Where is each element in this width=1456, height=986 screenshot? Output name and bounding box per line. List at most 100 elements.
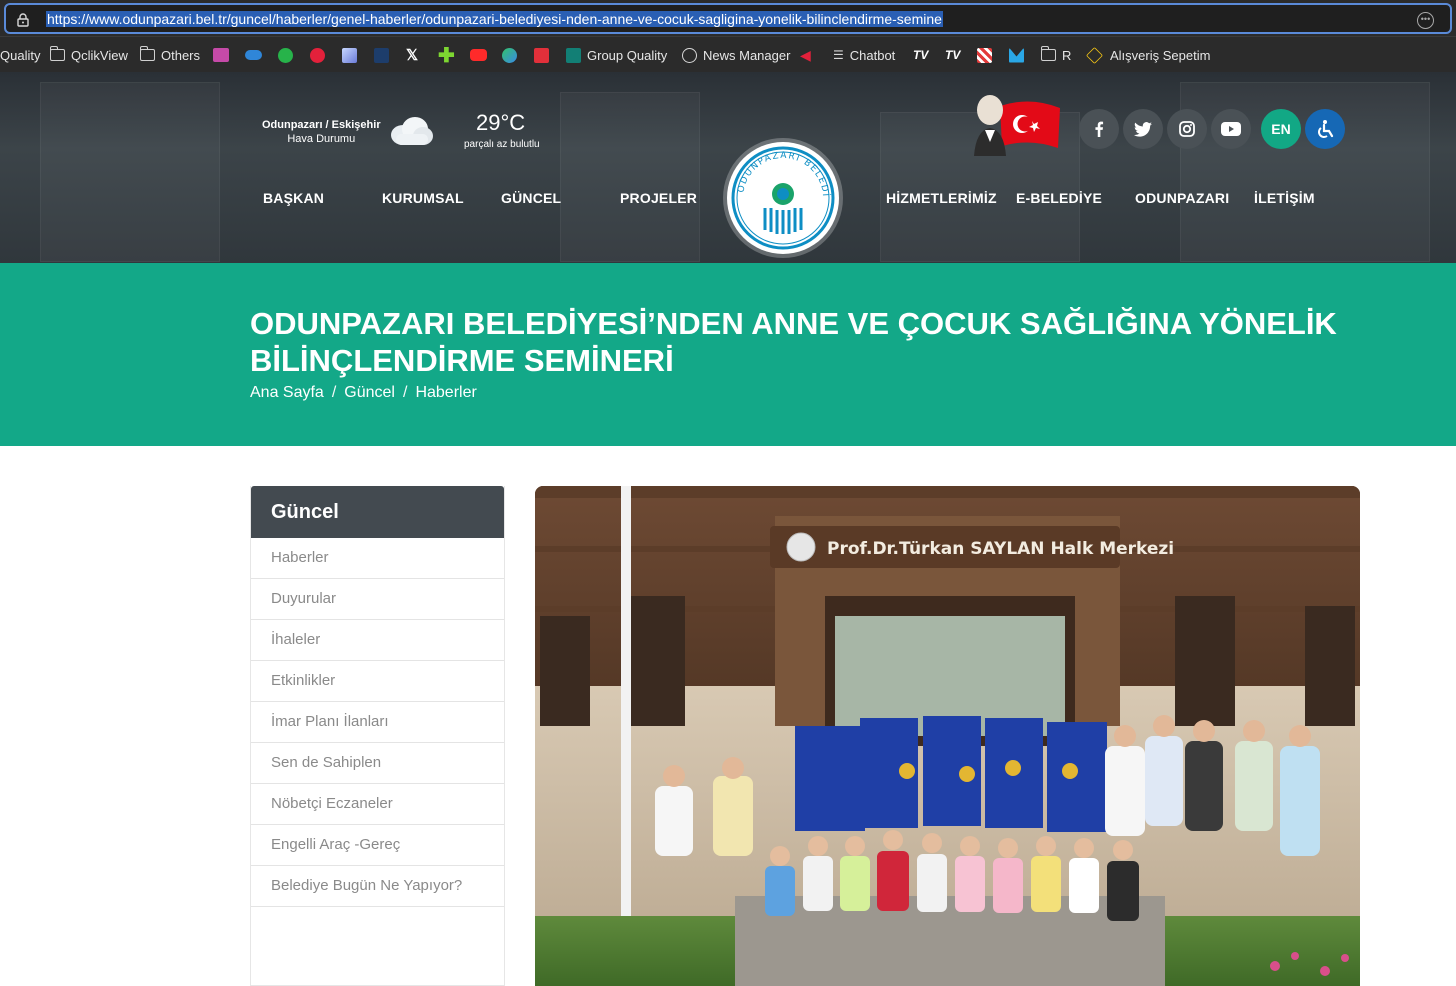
network-icon <box>213 48 229 62</box>
nav-kurumsal[interactable]: KURUMSAL <box>382 190 464 206</box>
bookmark-tv2[interactable]: TV <box>945 46 960 64</box>
pdf-icon <box>534 47 549 63</box>
folder-icon <box>49 46 65 61</box>
cloud-icon <box>245 50 262 60</box>
sidebar-title: Güncel <box>251 486 504 538</box>
nav-odunpazari[interactable]: ODUNPAZARI <box>1135 190 1229 206</box>
logo-emblem-icon: ODUNPAZARI BELEDİYESİ <box>723 134 835 250</box>
nav-projeler[interactable]: PROJELER <box>620 190 697 206</box>
nav-guncel[interactable]: GÜNCEL <box>501 190 561 206</box>
bookmark-music[interactable] <box>310 46 325 64</box>
page-options-icon[interactable]: ••• <box>1417 12 1434 29</box>
municipality-logo[interactable]: ODUNPAZARI BELEDİYESİ <box>723 134 839 254</box>
bookmark-plus[interactable]: ✚ <box>438 45 455 67</box>
bookmark-red-arrow[interactable]: ◀ <box>800 46 811 64</box>
title-band: ODUNPAZARI BELEDİYESİ’NDEN ANNE VE ÇOCUK… <box>0 263 1456 446</box>
sidebar-item-belediye-bugun[interactable]: Belediye Bugün Ne Yapıyor? <box>251 866 504 907</box>
weather-temperature: 29°C <box>476 110 526 135</box>
bookmark-onedrive[interactable] <box>245 46 262 64</box>
nav-hizmetlerimiz[interactable]: HİZMETLERİMİZ <box>886 190 997 206</box>
chatbot-icon: ☰ <box>833 48 844 62</box>
bookmark-quality[interactable]: Quality <box>0 46 40 64</box>
ataturk-flag-icon <box>974 95 1060 156</box>
nav-iletisim[interactable]: İLETİŞİM <box>1254 190 1315 206</box>
arrow-left-icon: ◀ <box>800 46 811 63</box>
folder-icon <box>1040 46 1056 61</box>
breadcrumb: Ana Sayfa / Güncel / Haberler <box>250 384 477 402</box>
breadcrumb-separator: / <box>331 384 337 401</box>
sidebar-item-engelli-arac[interactable]: Engelli Araç -Gereç <box>251 825 504 866</box>
bookmark-youtube[interactable] <box>470 46 487 64</box>
twitter-icon[interactable] <box>1123 109 1163 149</box>
bookmark-network-icon[interactable] <box>213 46 229 64</box>
weather-description: parçalı az bulutlu <box>464 139 540 150</box>
sidebar-item-sen-de-sahiplen[interactable]: Sen de Sahiplen <box>251 743 504 784</box>
checker-icon <box>977 47 992 63</box>
nav-baskan[interactable]: BAŞKAN <box>263 190 324 206</box>
background-building <box>40 82 220 262</box>
breadcrumb-haberler[interactable]: Haberler <box>415 384 476 402</box>
lock-icon <box>17 13 29 27</box>
nav-ebelediye[interactable]: E-BELEDİYE <box>1016 190 1102 206</box>
tradingview-icon: TV <box>913 48 929 62</box>
plus-icon: ✚ <box>438 44 455 67</box>
sidebar-item-duyurular[interactable]: Duyurular <box>251 579 504 620</box>
sidebar-item-ihaleler[interactable]: İhaleler <box>251 620 504 661</box>
site-header: Odunpazarı / Eskişehir Hava Durumu 29°C … <box>0 72 1456 263</box>
facebook-icon[interactable] <box>1079 109 1119 149</box>
whatsapp-icon <box>278 47 293 63</box>
bookmark-others[interactable]: Others <box>139 46 200 64</box>
fi-icon <box>374 47 389 63</box>
bookmark-group-quality[interactable]: Group Quality <box>566 46 667 64</box>
folder-icon <box>139 46 155 61</box>
weather-location: Odunpazarı / Eskişehir Hava Durumu <box>262 118 381 146</box>
cart-icon <box>1086 46 1103 64</box>
bookmark-whatsapp[interactable] <box>278 46 293 64</box>
sidebar-item-haberler[interactable]: Haberler <box>251 538 504 579</box>
bookmark-fi[interactable] <box>374 46 389 64</box>
bookmark-tv1[interactable]: TV <box>913 46 928 64</box>
group-photo-image: Prof.Dr.Türkan SAYLAN Halk Merkezi <box>535 486 1360 986</box>
bookmark-chatbot[interactable]: ☰ Chatbot <box>833 46 895 64</box>
bookmark-image[interactable] <box>342 46 357 64</box>
x-icon: 𝕏 <box>406 47 419 64</box>
bookmark-qlikview[interactable]: QclikView <box>49 46 128 64</box>
bookmark-r[interactable]: R <box>1040 46 1071 64</box>
breadcrumb-guncel[interactable]: Güncel <box>344 384 395 402</box>
sidebar-item-nobetci-eczaneler[interactable]: Nöbetçi Eczaneler <box>251 784 504 825</box>
sidebar-item-etkinlikler[interactable]: Etkinlikler <box>251 661 504 702</box>
url-field[interactable]: https://www.odunpazari.bel.tr/guncel/hab… <box>4 3 1452 34</box>
language-button[interactable]: EN <box>1261 109 1301 149</box>
bookmark-x[interactable]: 𝕏 <box>406 46 418 64</box>
youtube-icon[interactable] <box>1211 109 1251 149</box>
bookmark-blue-app[interactable] <box>1009 46 1024 64</box>
browser-address-bar: https://www.odunpazari.bel.tr/guncel/hab… <box>0 0 1456 36</box>
bookmark-map[interactable] <box>502 46 517 64</box>
bookmark-checker[interactable] <box>977 46 992 64</box>
background-building <box>1180 82 1430 262</box>
globe-icon <box>682 47 697 63</box>
bookmark-news-manager[interactable]: News Manager <box>682 46 790 64</box>
building-sign-text: Prof.Dr.Türkan SAYLAN Halk Merkezi <box>827 539 1174 559</box>
sidebar-item-imar-plani[interactable]: İmar Planı İlanları <box>251 702 504 743</box>
app-icon <box>1009 47 1024 63</box>
music-icon <box>310 47 325 63</box>
image-icon <box>342 47 357 63</box>
weather-city: Odunpazarı / Eskişehir <box>262 119 381 131</box>
url-text[interactable]: https://www.odunpazari.bel.tr/guncel/hab… <box>46 11 943 27</box>
background-building <box>560 92 700 262</box>
map-pin-icon <box>502 47 517 63</box>
instagram-icon[interactable] <box>1167 109 1207 149</box>
bookmark-cart[interactable]: Alışveriş Sepetim <box>1086 46 1210 64</box>
bookmark-pdf[interactable] <box>534 46 549 64</box>
sidebar: Güncel Haberler Duyurular İhaleler Etkin… <box>250 486 505 986</box>
breadcrumb-home[interactable]: Ana Sayfa <box>250 384 324 402</box>
bookmarks-bar: Quality QclikView Others 𝕏 ✚ Group Quali… <box>0 36 1456 72</box>
page-title: ODUNPAZARI BELEDİYESİ’NDEN ANNE VE ÇOCUK… <box>250 306 1337 378</box>
breadcrumb-separator: / <box>402 384 408 401</box>
accessibility-icon[interactable] <box>1305 109 1345 149</box>
language-label: EN <box>1271 121 1291 137</box>
sharepoint-icon <box>566 47 581 63</box>
news-photo: Prof.Dr.Türkan SAYLAN Halk Merkezi <box>535 486 1360 986</box>
youtube-icon <box>470 49 487 61</box>
